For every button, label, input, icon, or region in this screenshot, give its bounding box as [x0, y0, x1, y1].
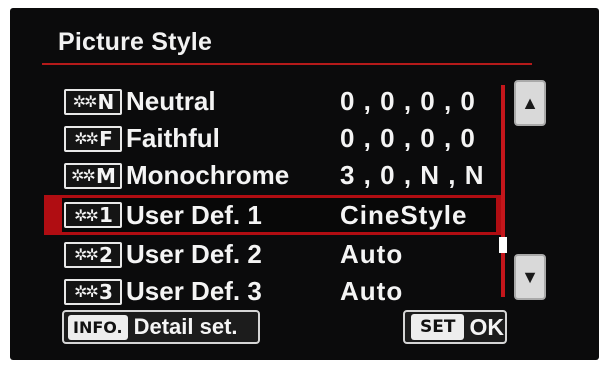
- picture-style-monochrome-icon: ✲✲ M: [64, 162, 122, 189]
- item-name: User Def. 1: [126, 199, 262, 230]
- camera-lcd-screen: Picture Style ✲✲ N Neutral 0 , 0 , 0 , 0 …: [10, 8, 599, 360]
- page-title: Picture Style: [58, 28, 213, 56]
- item-name: User Def. 2: [126, 239, 262, 269]
- scroll-down-button[interactable]: ▼: [514, 254, 546, 300]
- list-item-user-def-2[interactable]: ✲✲ 2 User Def. 2 Auto: [50, 236, 498, 273]
- item-value: 3 , 0 , N , N: [340, 160, 485, 190]
- item-name: User Def. 3: [126, 276, 262, 306]
- item-value: CineStyle: [340, 199, 468, 230]
- list-item-monochrome[interactable]: ✲✲ M Monochrome 3 , 0 , N , N: [50, 157, 498, 194]
- item-name: Neutral: [126, 86, 216, 116]
- list-item-user-def-1[interactable]: ✲✲ 1 User Def. 1 CineStyle: [44, 195, 504, 235]
- title-divider: [42, 63, 532, 65]
- picture-style-neutral-icon: ✲✲ N: [64, 88, 122, 115]
- triangle-down-icon: ▼: [521, 266, 539, 287]
- picture-style-user-def-2-icon: ✲✲ 2: [64, 241, 122, 268]
- picture-style-faithful-icon: ✲✲ F: [64, 125, 122, 152]
- list-item-neutral[interactable]: ✲✲ N Neutral 0 , 0 , 0 , 0: [50, 83, 498, 120]
- item-name: Faithful: [126, 123, 220, 153]
- detail-set-label: Detail set.: [133, 314, 238, 339]
- scrollbar-thumb[interactable]: [499, 237, 507, 253]
- list-item-user-def-3[interactable]: ✲✲ 3 User Def. 3 Auto: [50, 273, 498, 310]
- item-value: 0 , 0 , 0 , 0: [340, 86, 476, 116]
- detail-set-button[interactable]: INFO. Detail set.: [62, 310, 260, 344]
- set-ok-button[interactable]: SET OK: [403, 310, 507, 344]
- info-key-icon: INFO.: [68, 314, 128, 340]
- item-value: Auto: [340, 239, 404, 269]
- ok-label: OK: [469, 313, 504, 340]
- picture-style-user-def-1-icon: ✲✲ 1: [64, 202, 122, 228]
- picture-style-list: ✲✲ N Neutral 0 , 0 , 0 , 0 ✲✲ F Faithful 0…: [44, 83, 504, 310]
- scrollbar-track[interactable]: [501, 85, 505, 297]
- list-item-faithful[interactable]: ✲✲ F Faithful 0 , 0 , 0 , 0: [50, 120, 498, 157]
- item-value: 0 , 0 , 0 , 0: [340, 123, 476, 153]
- set-key-icon: SET: [411, 314, 465, 340]
- picture-style-user-def-3-icon: ✲✲ 3: [64, 278, 122, 305]
- item-value: Auto: [340, 276, 404, 306]
- scroll-up-button[interactable]: ▲: [514, 80, 546, 126]
- triangle-up-icon: ▲: [521, 92, 539, 113]
- item-name: Monochrome: [126, 160, 290, 190]
